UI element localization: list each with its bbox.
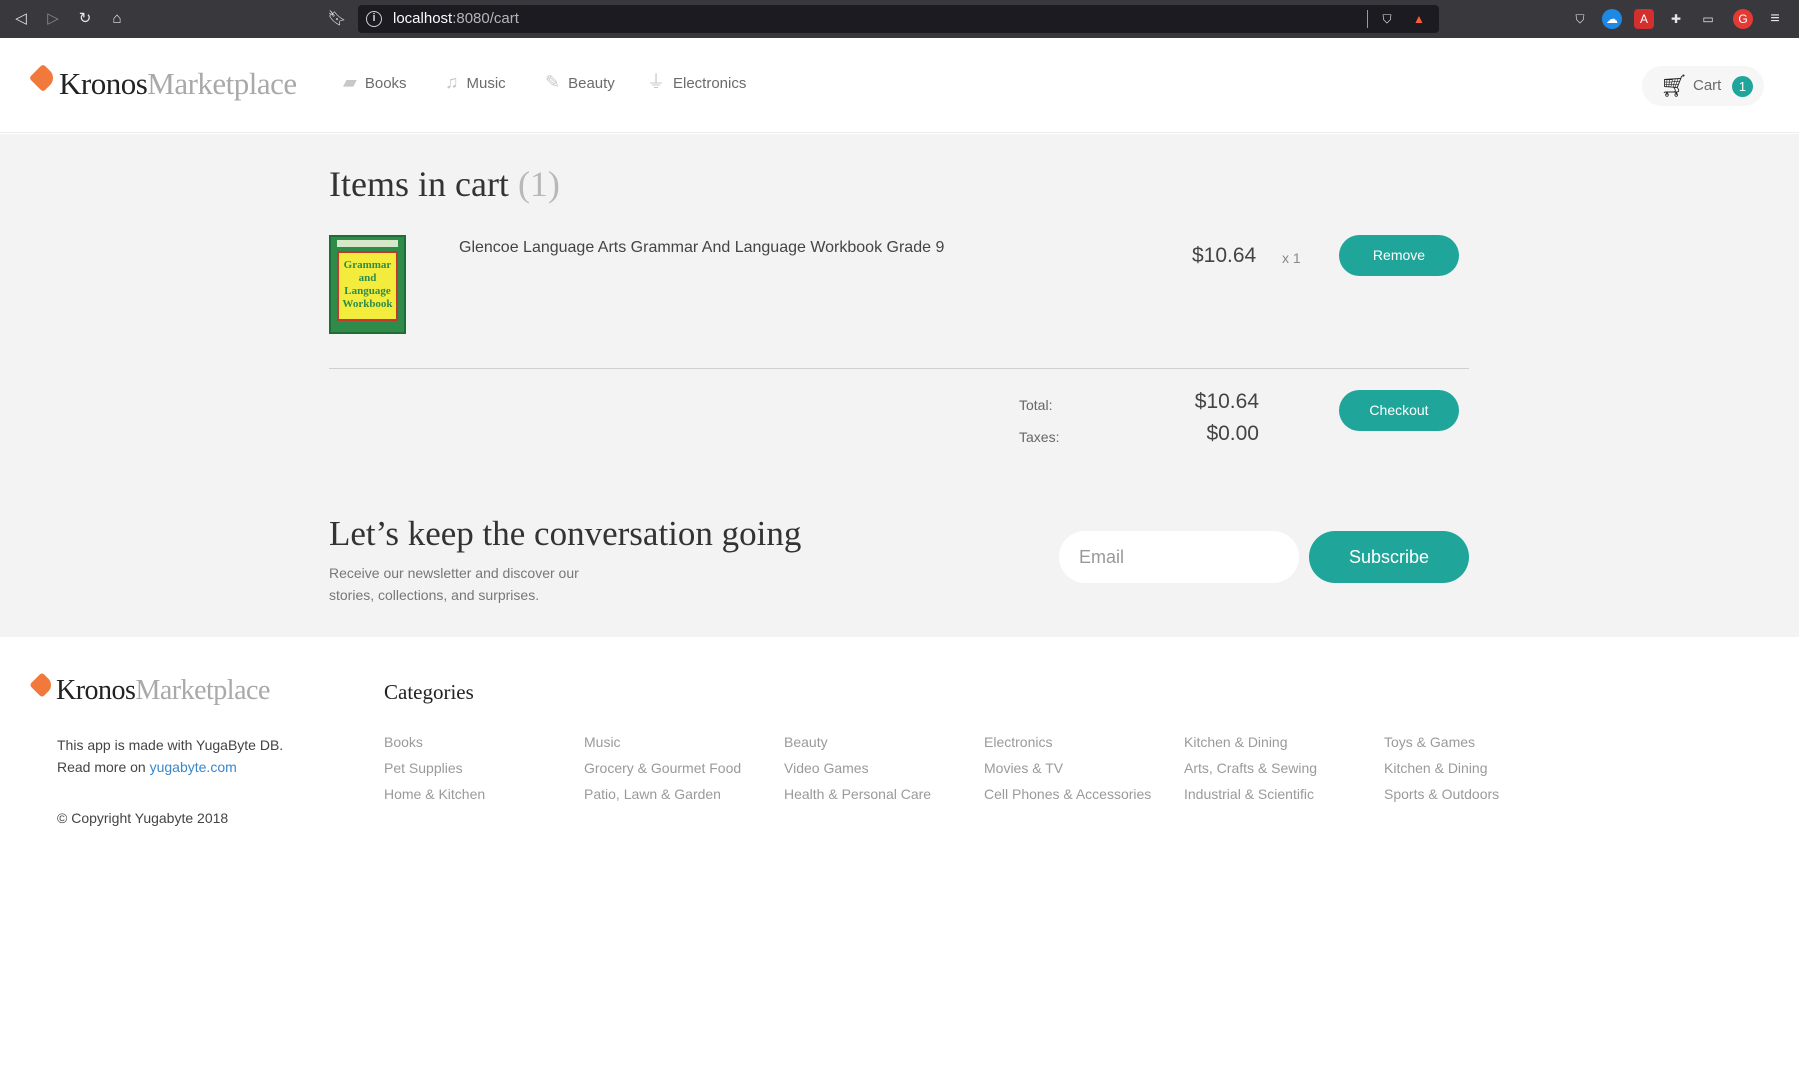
address-bar[interactable] xyxy=(358,5,1439,33)
footer-about: This app is made with YugaByte DB. Read … xyxy=(57,734,283,778)
nav-books[interactable]: ▰ Books xyxy=(343,72,407,94)
remove-button[interactable]: Remove xyxy=(1339,235,1459,276)
category-link[interactable]: Movies & TV xyxy=(984,758,1063,778)
cart-item-quantity: x 1 xyxy=(1282,250,1301,266)
footer-copyright: © Copyright Yugabyte 2018 xyxy=(57,810,229,826)
cart-label: Cart xyxy=(1693,77,1722,94)
reload-icon[interactable]: ↻ xyxy=(75,9,95,29)
category-link[interactable]: Patio, Lawn & Garden xyxy=(584,784,721,804)
category-link[interactable]: Cell Phones & Accessories xyxy=(984,784,1151,804)
category-link[interactable]: Health & Personal Care xyxy=(784,784,931,804)
brush-icon: ✎ xyxy=(545,72,561,92)
extensions-puzzle-icon[interactable]: ✚ xyxy=(1666,9,1686,29)
email-input[interactable] xyxy=(1059,531,1299,583)
nav-music-label: Music xyxy=(466,75,506,92)
site-logo[interactable]: KronosMarketplace xyxy=(28,63,297,104)
newsletter-title: Let’s keep the conversation going xyxy=(329,514,802,553)
category-link[interactable]: Grocery & Gourmet Food xyxy=(584,758,741,778)
brave-shield-icon[interactable]: ⛉ xyxy=(1377,9,1397,29)
logo-primary-text: Kronos xyxy=(59,66,148,101)
logo-secondary-text: Marketplace xyxy=(147,66,297,101)
grammarly-icon[interactable]: G xyxy=(1733,9,1753,29)
url-text[interactable]: localhost:8080/cart xyxy=(393,9,519,29)
home-icon[interactable]: ⌂ xyxy=(107,9,127,29)
page-title-text: Items in cart xyxy=(329,164,509,204)
category-link[interactable]: Industrial & Scientific xyxy=(1184,784,1314,804)
category-link[interactable]: Music xyxy=(584,732,621,752)
category-link[interactable]: Arts, Crafts & Sewing xyxy=(1184,758,1317,778)
brave-rewards-icon[interactable]: ▲ xyxy=(1409,9,1429,29)
cart-count-badge: 1 xyxy=(1732,76,1753,97)
category-link[interactable]: Pet Supplies xyxy=(384,758,463,778)
back-icon[interactable]: ◁ xyxy=(11,9,31,29)
site-header: KronosMarketplace ▰ Books ♫ Music ✎ Beauty … xyxy=(0,38,1799,133)
url-host: localhost xyxy=(393,10,453,27)
checkout-button[interactable]: Checkout xyxy=(1339,390,1459,431)
book-icon: ▰ xyxy=(343,72,357,92)
thumbnail-header-strip xyxy=(337,240,398,247)
page-title: Items in cart (1) xyxy=(329,162,560,206)
cart-section: Items in cart (1) Grammar and Language W… xyxy=(0,134,1799,637)
taxes-value: $0.00 xyxy=(1206,422,1259,445)
categories-title: Categories xyxy=(384,680,474,704)
cart-button[interactable]: 🛒︎ Cart 1 xyxy=(1642,66,1764,106)
price-tag-icon xyxy=(29,672,55,698)
url-path: :8080/cart xyxy=(452,10,519,27)
yugabyte-link[interactable]: yugabyte.com xyxy=(150,759,237,775)
subscribe-button[interactable]: Subscribe xyxy=(1309,531,1469,583)
nav-beauty[interactable]: ✎ Beauty xyxy=(545,72,615,94)
category-link[interactable]: Video Games xyxy=(784,758,869,778)
cart-item-name[interactable]: Glencoe Language Arts Grammar And Langua… xyxy=(459,237,944,259)
total-value: $10.64 xyxy=(1194,390,1259,413)
site-info-icon[interactable]: i xyxy=(366,11,382,27)
footer-logo[interactable]: KronosMarketplace xyxy=(29,672,270,709)
newsletter-description: Receive our newsletter and discover our … xyxy=(329,565,579,603)
music-note-icon: ♫ xyxy=(445,72,459,92)
footer-about-line1: This app is made with YugaByte DB. xyxy=(57,737,284,753)
category-link[interactable]: Kitchen & Dining xyxy=(1384,758,1488,778)
plug-icon: ⏚ xyxy=(647,72,665,92)
category-link[interactable]: Electronics xyxy=(984,732,1052,752)
category-link[interactable]: Books xyxy=(384,732,423,752)
nav-electronics[interactable]: ⏚ Electronics xyxy=(647,72,746,94)
category-link[interactable]: Kitchen & Dining xyxy=(1184,732,1288,752)
url-separator xyxy=(1367,10,1368,28)
extension-cloud-icon[interactable]: ☁ xyxy=(1602,9,1622,29)
nav-beauty-label: Beauty xyxy=(568,75,615,92)
shopping-cart-icon: 🛒︎ xyxy=(1660,73,1688,98)
price-tag-icon xyxy=(28,63,58,93)
category-link[interactable]: Home & Kitchen xyxy=(384,784,485,804)
browser-toolbar: ◁ ▷ ↻ ⌂ 🔖︎ i localhost:8080/cart ⛉ ▲ ⛉ ☁… xyxy=(0,0,1799,38)
nav-music[interactable]: ♫ Music xyxy=(445,72,506,94)
footer-logo-secondary: Marketplace xyxy=(135,675,270,706)
category-link[interactable]: Toys & Games xyxy=(1384,732,1475,752)
cart-divider xyxy=(329,368,1469,369)
wallet-icon[interactable]: ▭ xyxy=(1698,9,1718,29)
footer-logo-primary: Kronos xyxy=(56,675,136,706)
category-link[interactable]: Sports & Outdoors xyxy=(1384,784,1499,804)
bookmark-icon[interactable]: 🔖︎ xyxy=(327,9,347,29)
product-thumbnail[interactable]: Grammar and Language Workbook xyxy=(329,235,406,334)
taxes-label: Taxes: xyxy=(1019,429,1060,445)
pocket-icon[interactable]: ⛉ xyxy=(1570,9,1590,29)
pdf-extension-icon[interactable]: A xyxy=(1634,9,1654,29)
cart-item-count: (1) xyxy=(517,164,560,204)
total-label: Total: xyxy=(1019,397,1053,413)
site-footer: KronosMarketplace This app is made with … xyxy=(0,637,1799,1088)
footer-about-prefix: Read more on xyxy=(57,759,150,775)
menu-icon[interactable]: ≡ xyxy=(1765,9,1785,29)
thumbnail-cover-text: Grammar and Language Workbook xyxy=(337,251,398,321)
forward-icon[interactable]: ▷ xyxy=(43,9,63,29)
nav-books-label: Books xyxy=(364,75,407,92)
cart-item-price: $10.64 xyxy=(1192,244,1257,267)
category-link[interactable]: Beauty xyxy=(784,732,828,752)
nav-electronics-label: Electronics xyxy=(673,75,747,92)
